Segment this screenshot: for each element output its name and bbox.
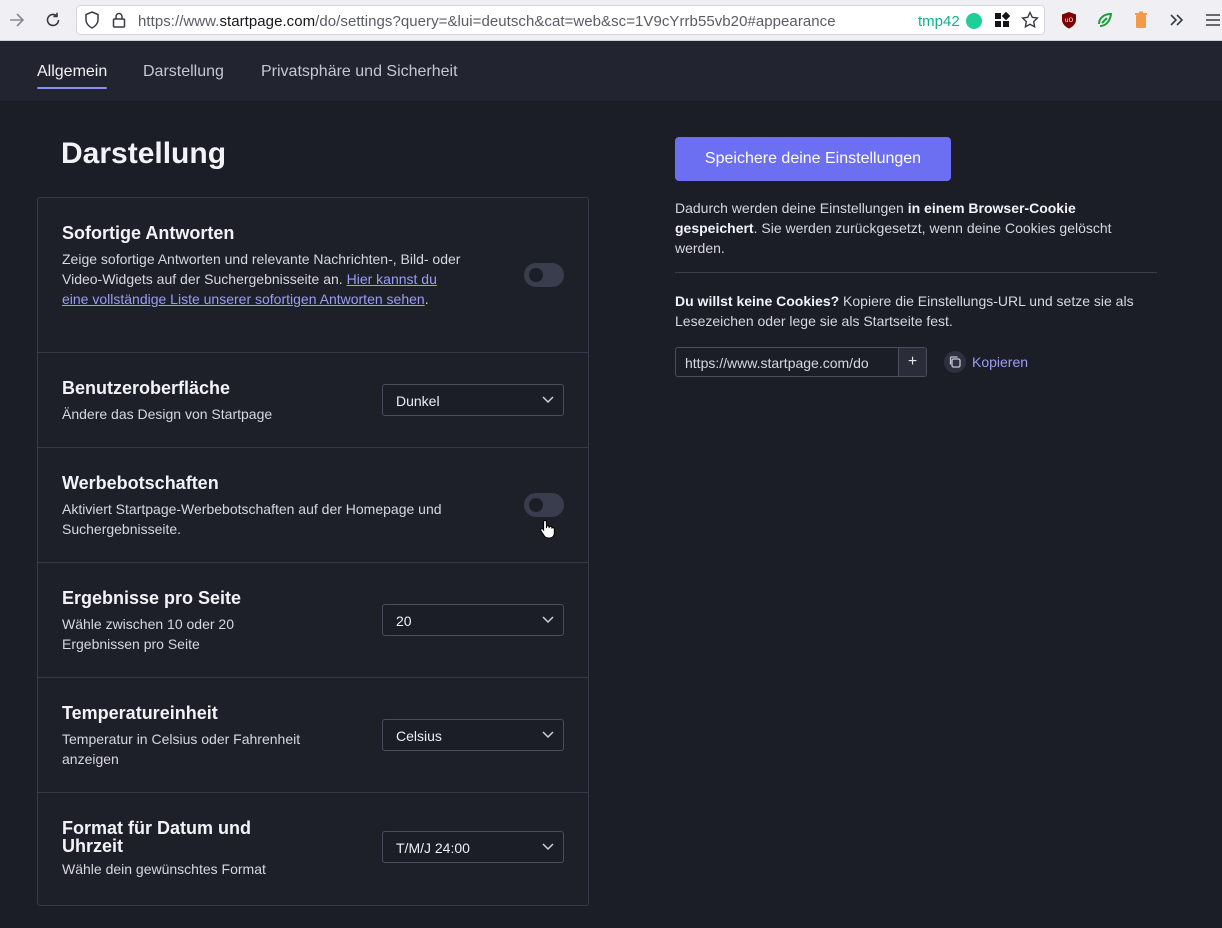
settings-url-field[interactable]: https://www.startpage.com/do + [675,347,927,377]
tab-darstellung[interactable]: Darstellung [143,63,224,81]
setting-desc: Wähle zwischen 10 oder 20 Ergebnissen pr… [62,616,234,652]
setting-desc: Wähle dein gewünschtes Format [62,861,266,877]
reload-icon[interactable] [43,10,63,30]
container-label: tmp42 [918,13,960,30]
chevron-down-icon [542,838,554,857]
ublock-icon[interactable]: uO [1059,10,1079,30]
url-text[interactable]: https://www.startpage.com/do/settings?qu… [138,13,836,30]
instant-answers-toggle[interactable] [524,263,564,287]
setting-instant-answers: Sofortige Antworten Zeige sofortige Antw… [38,198,588,353]
menu-icon[interactable] [1203,10,1222,30]
plus-icon[interactable]: + [898,348,926,376]
setting-datetime: Format für Datum und Uhrzeit Wähle dein … [38,793,588,905]
setting-results: Ergebnisse pro Seite Wähle zwischen 10 o… [38,563,588,678]
temperature-select[interactable]: Celsius [382,719,564,751]
settings-panel: Sofortige Antworten Zeige sofortige Antw… [37,197,589,906]
settings-url-text[interactable]: https://www.startpage.com/do [685,355,895,371]
overflow-icon[interactable] [1167,10,1187,30]
page-title: Darstellung [61,137,227,170]
copy-icon [944,351,966,373]
setting-ui: Benutzeroberfläche Ändere das Design von… [38,353,588,448]
chevron-down-icon [542,391,554,410]
no-cookie-info-text: Du willst keine Cookies? Kopiere die Ein… [675,293,1134,329]
setting-desc: Zeige sofortige Antworten und relevante … [62,251,461,307]
extension-trash-icon[interactable] [1131,10,1151,30]
lock-icon[interactable] [109,10,129,30]
bookmark-star-icon[interactable] [1020,10,1040,30]
chevron-down-icon [542,611,554,630]
svg-text:uO: uO [1065,17,1074,24]
shield-icon[interactable] [82,10,102,30]
copy-label: Kopieren [972,354,1029,370]
setting-title: Benutzeroberfläche [62,378,231,398]
divider [675,272,1157,273]
datetime-format-select[interactable]: T/M/J 24:00 [382,831,564,863]
setting-title: Temperatureinheit [62,703,218,723]
setting-title: Format für Datum und Uhrzeit [62,818,251,856]
setting-temperature: Temperatureinheit Temperatur in Celsius … [38,678,588,793]
results-per-page-select[interactable]: 20 [382,604,564,636]
save-settings-button[interactable]: Speichere deine Einstellungen [675,137,951,181]
browser-toolbar: https://www.startpage.com/do/settings?qu… [0,0,1222,41]
back-icon[interactable] [7,10,27,30]
tab-privatsphaere[interactable]: Privatsphäre und Sicherheit [261,63,458,81]
ads-toggle[interactable] [524,493,564,517]
setting-title: Werbebotschaften [62,473,219,493]
setting-desc: Ändere das Design von Startpage [62,406,273,422]
hand-cursor-icon [539,519,557,544]
toggle-knob [529,498,543,512]
setting-ads: Werbebotschaften Aktiviert Startpage-Wer… [38,448,588,563]
settings-nav: Allgemein Darstellung Privatsphäre und S… [0,41,1222,101]
extensions-icon[interactable] [992,10,1012,30]
toggle-knob [529,268,543,282]
setting-title: Ergebnisse pro Seite [62,588,242,608]
setting-desc: Aktiviert Startpage-Werbebotschaften auf… [62,501,442,537]
url-bar[interactable]: https://www.startpage.com/do/settings?qu… [76,5,1045,35]
setting-desc: Temperatur in Celsius oder Fahrenheit an… [62,731,301,767]
setting-title: Sofortige Antworten [62,223,235,243]
copy-url-button[interactable]: Kopieren [944,350,1028,374]
chevron-down-icon [542,726,554,745]
tab-allgemein[interactable]: Allgemein [37,63,108,89]
cookie-info-text: Dadurch werden deine Einstellungen in ei… [675,200,1112,256]
ui-theme-select[interactable]: Dunkel [382,384,564,416]
container-dot-icon [966,13,982,29]
extension-green-icon[interactable] [1095,10,1115,30]
